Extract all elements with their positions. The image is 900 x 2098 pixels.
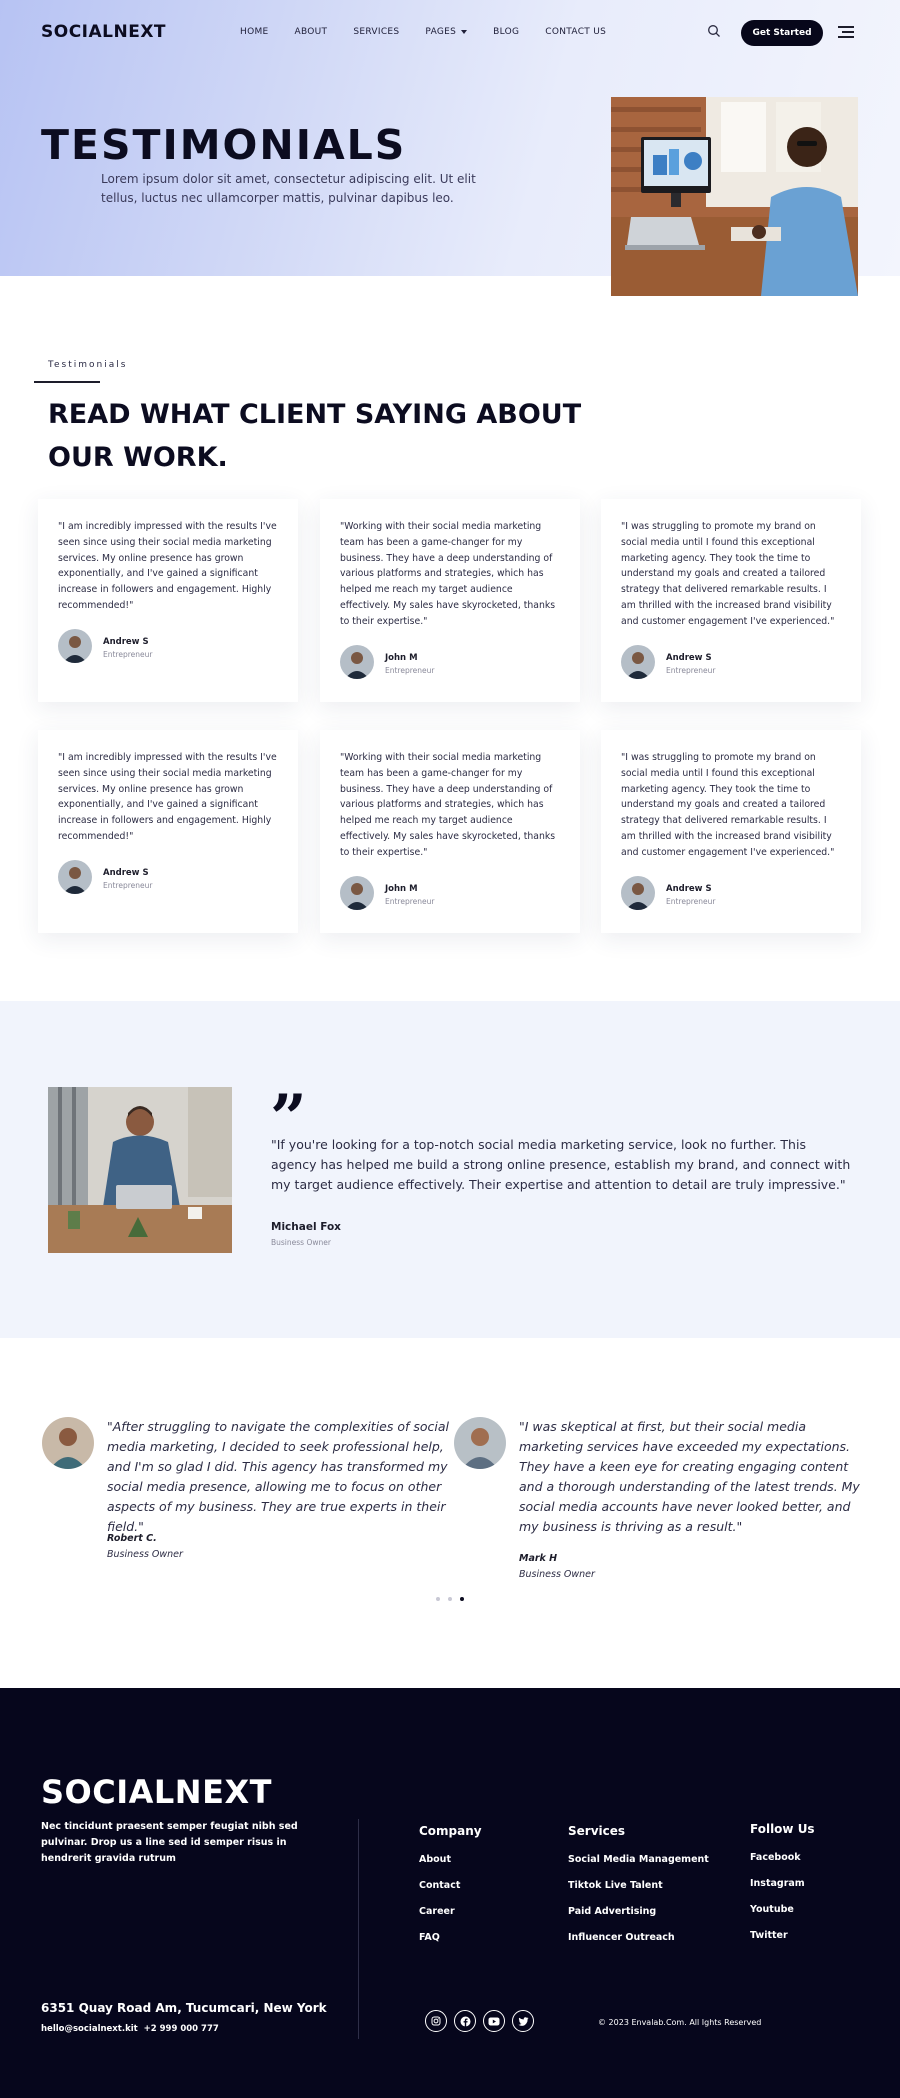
search-icon[interactable] [707,24,721,38]
page-title: TESTIMONIALS [41,121,407,169]
nav-item-home[interactable]: HOME [240,27,269,37]
slide-quote: "I was skeptical at first, but their soc… [519,1419,860,1534]
section-title: READ WHAT CLIENT SAYING ABOUT OUR WORK. [48,399,582,473]
nav-item-blog[interactable]: BLOG [493,27,519,37]
slider-dot[interactable] [448,1597,452,1601]
footer-link-about[interactable]: About [419,1854,482,1865]
testimonial-quote: "Working with their social media marketi… [340,521,556,627]
testimonial-card: "Working with their social media marketi… [320,730,580,933]
footer-link-influencer-outreach[interactable]: Influencer Outreach [568,1932,709,1943]
footer-link-tiktok-live-talent[interactable]: Tiktok Live Talent [568,1880,709,1891]
footer-about: Nec tincidunt praesent semper feugiat ni… [41,1821,298,1864]
reviewer-name: Andrew S [103,637,149,647]
testimonial-quote: "I am incredibly impressed with the resu… [58,752,277,842]
facebook-icon[interactable] [454,2010,476,2032]
slider-dot-active[interactable] [460,1597,464,1601]
footer-contact: hello@socialnext.kit +2 999 000 777 [41,2024,219,2034]
reviewer-role: Entrepreneur [666,666,716,675]
reviewer-role: Entrepreneur [666,897,716,906]
reviewer-role: Entrepreneur [103,650,153,659]
site-footer: SOCIALNEXT Nec tincidunt praesent semper… [0,1688,900,2098]
slide-quote: "After struggling to navigate the comple… [107,1419,450,1534]
featured-quote: "If you're looking for a top-notch socia… [271,1137,851,1192]
nav-item-about[interactable]: ABOUT [295,27,328,37]
footer-link-faq[interactable]: FAQ [419,1932,482,1943]
get-started-button[interactable]: Get Started [741,20,823,46]
footer-link-youtube[interactable]: Youtube [750,1904,815,1915]
nav-item-services[interactable]: SERVICES [353,27,399,37]
avatar [340,876,374,910]
testimonial-quote: "I was struggling to promote my brand on… [621,752,835,858]
footer-link-instagram[interactable]: Instagram [750,1878,815,1889]
slide-name: Robert C. [107,1533,157,1544]
footer-col-company: Company About Contact Career FAQ [419,1824,482,1958]
footer-link-contact[interactable]: Contact [419,1880,482,1891]
footer-link-paid-advertising[interactable]: Paid Advertising [568,1906,709,1917]
footer-col-follow: Follow Us Facebook Instagram Youtube Twi… [750,1822,815,1956]
avatar [621,876,655,910]
chevron-down-icon [461,29,468,34]
copyright: © 2023 Envalab.Com. All Ights Reserved [598,2018,762,2027]
hero-office-photo [611,97,858,296]
footer-col-services: Services Social Media Management Tiktok … [568,1824,709,1958]
featured-photo [48,1087,232,1253]
social-icons [425,2010,534,2032]
footer-logo[interactable]: SOCIALNEXT [41,1773,272,1811]
testimonial-quote: "Working with their social media marketi… [340,752,556,858]
slider-dot[interactable] [436,1597,440,1601]
nav-item-contact[interactable]: CONTACT US [545,27,606,37]
testimonial-quote: "I am incredibly impressed with the resu… [58,521,277,611]
footer-col-title: Follow Us [750,1822,815,1836]
reviewer-role: Entrepreneur [103,881,153,890]
slide-role: Business Owner [519,1569,595,1580]
featured-testimonial: ” "If you're looking for a top-notch soc… [0,1001,900,1338]
reviewer-role: Entrepreneur [385,666,435,675]
top-nav: SOCIALNEXT HOME ABOUT SERVICES PAGES BLO… [0,0,900,66]
featured-role: Business Owner [271,1238,331,1247]
eyebrow-divider [34,381,100,383]
reviewer-role: Entrepreneur [385,897,435,906]
main-menu: HOME ABOUT SERVICES PAGES BLOG CONTACT U… [240,27,632,37]
footer-link-facebook[interactable]: Facebook [750,1852,815,1863]
nav-item-pages-label: PAGES [425,27,457,37]
footer-phone[interactable]: +2 999 000 777 [144,2024,219,2034]
slide-name: Mark H [519,1553,558,1564]
reviewer-name: Andrew S [103,868,149,878]
avatar [58,860,92,894]
hero-subtitle: Lorem ipsum dolor sit amet, consectetur … [101,172,476,205]
twitter-icon[interactable] [512,2010,534,2032]
avatar [340,645,374,679]
instagram-icon[interactable] [425,2010,447,2032]
site-logo[interactable]: SOCIALNEXT [41,22,166,42]
testimonial-quote: "I was struggling to promote my brand on… [621,521,835,627]
testimonial-card: "I was struggling to promote my brand on… [601,730,861,933]
footer-link-social-media-management[interactable]: Social Media Management [568,1854,709,1865]
avatar [58,629,92,663]
slider-pagination [436,1597,464,1601]
reviewer-name: Andrew S [666,653,712,663]
footer-email[interactable]: hello@socialnext.kit [41,2024,138,2034]
footer-col-title: Services [568,1824,626,1838]
footer-link-career[interactable]: Career [419,1906,482,1917]
footer-divider [358,1819,359,2039]
footer-col-title: Company [419,1824,482,1838]
hamburger-menu-icon[interactable] [836,25,854,38]
featured-name: Michael Fox [271,1221,341,1233]
testimonial-card: "Working with their social media marketi… [320,499,580,702]
reviewer-name: Andrew S [666,884,712,894]
footer-address: 6351 Quay Road Am, Tucumcari, New York [41,2001,327,2015]
avatar [621,645,655,679]
nav-item-pages[interactable]: PAGES [425,27,468,37]
section-eyebrow: Testimonials [48,360,128,370]
testimonial-card: "I am incredibly impressed with the resu… [38,499,298,702]
footer-link-twitter[interactable]: Twitter [750,1930,815,1941]
testimonial-card: "I was struggling to promote my brand on… [601,499,861,702]
reviewer-name: John M [385,884,418,894]
avatar [454,1417,506,1469]
youtube-icon[interactable] [483,2010,505,2032]
avatar [42,1417,94,1469]
reviewer-name: John M [385,653,418,663]
testimonial-card: "I am incredibly impressed with the resu… [38,730,298,933]
slide-role: Business Owner [107,1549,183,1560]
